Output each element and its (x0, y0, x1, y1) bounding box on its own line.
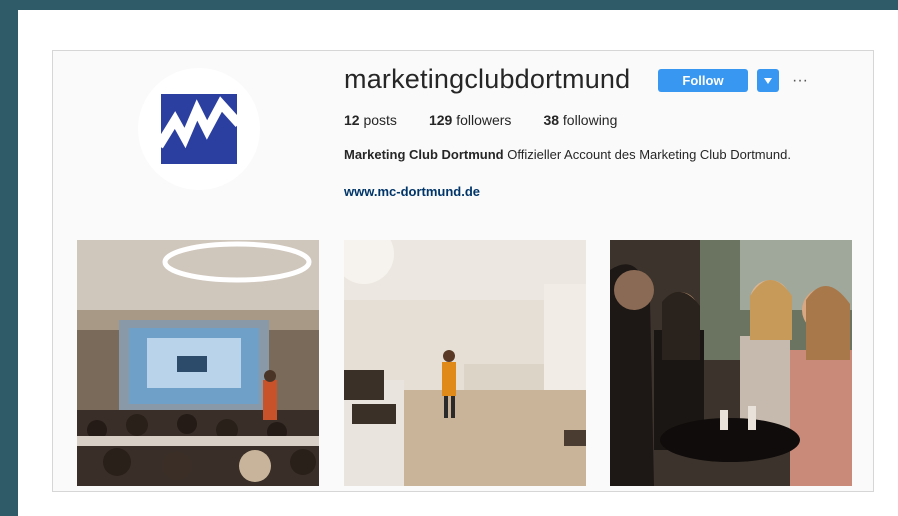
mc-dortmund-logo (161, 94, 237, 164)
more-options-button[interactable]: ··· (792, 72, 808, 90)
presentation-room-image (77, 240, 319, 486)
bio-name: Marketing Club Dortmund (344, 147, 504, 162)
profile-avatar[interactable] (138, 68, 260, 190)
bio-text: Offizieller Account des Marketing Club D… (503, 147, 791, 162)
profile-stats: 12 posts 129 followers 38 following (344, 112, 617, 128)
posts-count: 12 posts (344, 112, 397, 128)
profile-username: marketingclubdortmund (344, 64, 631, 94)
photo-speaker-hall[interactable] (344, 240, 586, 486)
profile-website-link[interactable]: www.mc-dortmund.de (344, 184, 480, 199)
profile-bio: Marketing Club Dortmund Offizieller Acco… (344, 146, 844, 163)
following-count[interactable]: 38 following (543, 112, 617, 128)
photo-networking-women[interactable] (610, 240, 852, 486)
followers-count[interactable]: 129 followers (429, 112, 512, 128)
suggestions-dropdown-button[interactable] (757, 69, 779, 92)
chevron-down-icon (764, 77, 772, 84)
photo-presentation-room[interactable] (77, 240, 319, 486)
networking-women-image (610, 240, 852, 486)
follow-button[interactable]: Follow (658, 69, 748, 92)
speaker-hall-image (344, 240, 586, 486)
